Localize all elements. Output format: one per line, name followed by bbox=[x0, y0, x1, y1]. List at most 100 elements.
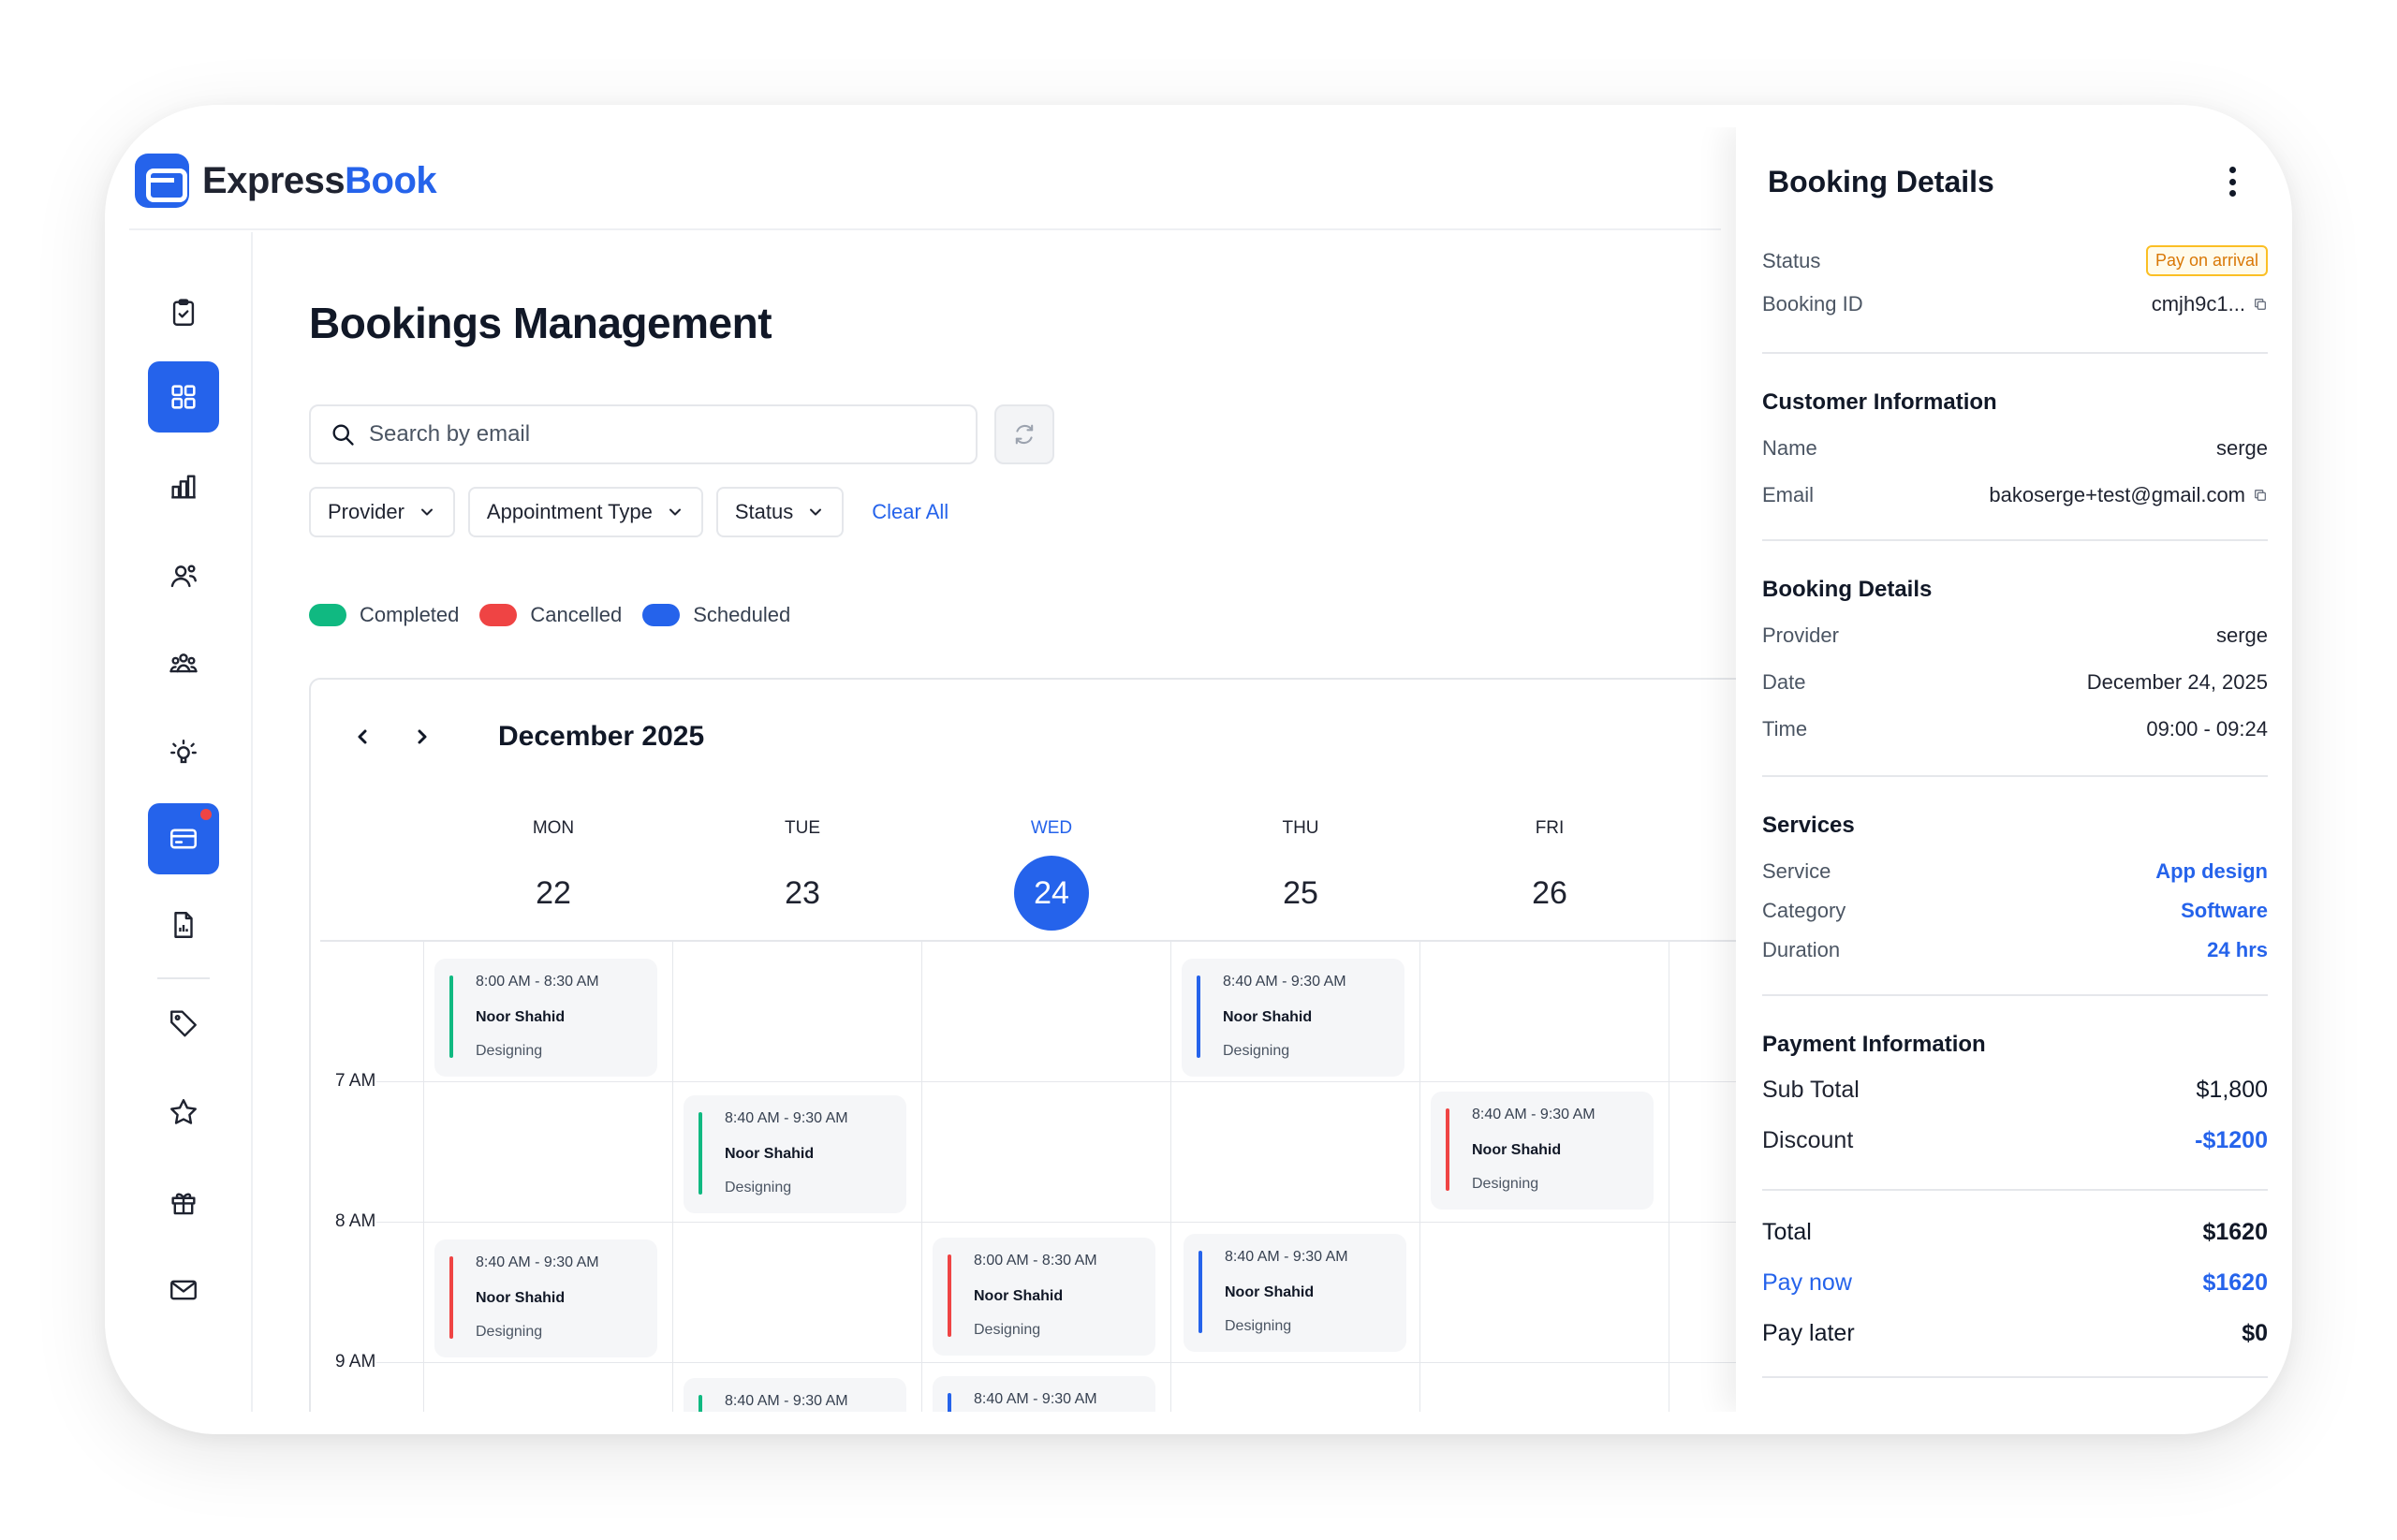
event-status-bar bbox=[1198, 1251, 1202, 1333]
event-category: Designing bbox=[974, 1322, 1041, 1338]
legend-item-scheduled: Scheduled bbox=[642, 603, 790, 627]
copy-icon[interactable] bbox=[2253, 488, 2268, 503]
booking-event[interactable]: 8:00 AM - 8:30 AM Noor Shahid Designing bbox=[434, 959, 657, 1077]
sidebar-item-analytics[interactable] bbox=[148, 451, 219, 522]
sidebar-item-messages[interactable] bbox=[148, 1254, 219, 1326]
event-customer: Noor Shahid bbox=[1225, 1284, 1315, 1300]
time-value: 09:00 - 09:24 bbox=[2146, 717, 2268, 741]
top-bar: ExpressBook bbox=[129, 127, 1721, 230]
star-icon bbox=[170, 1099, 197, 1124]
name-label: Name bbox=[1762, 436, 1817, 460]
booking-event[interactable]: 8:40 AM - 9:30 AM bbox=[933, 1376, 1155, 1412]
sidebar-item-ideas[interactable] bbox=[148, 717, 219, 788]
name-value: serge bbox=[2215, 436, 2268, 460]
sidebar-item-reports[interactable] bbox=[148, 889, 219, 961]
pay-now-label[interactable]: Pay now bbox=[1762, 1269, 1852, 1297]
pay-now-row[interactable]: Pay now $1620 bbox=[1762, 1269, 2268, 1297]
total-label: Total bbox=[1762, 1219, 1812, 1245]
search-box[interactable] bbox=[309, 404, 978, 464]
category-label: Category bbox=[1762, 899, 1846, 922]
pay-now-value: $1620 bbox=[2202, 1269, 2268, 1296]
next-week-button[interactable] bbox=[408, 723, 436, 751]
section-divider bbox=[1762, 352, 2268, 354]
chevron-right-icon bbox=[418, 729, 427, 744]
booking-event[interactable]: 8:40 AM - 9:30 AM Noor Shahid Designing bbox=[1182, 959, 1404, 1077]
provider-value: serge bbox=[2215, 623, 2268, 647]
grid-top-border bbox=[320, 940, 1749, 942]
chevron-left-icon bbox=[358, 729, 367, 744]
subtotal-label: Sub Total bbox=[1762, 1077, 1860, 1103]
sidebar-item-bookings[interactable] bbox=[148, 277, 219, 348]
booking-event[interactable]: 8:40 AM - 9:30 AM Noor Shahid Designing bbox=[684, 1095, 906, 1213]
filter-bar: Provider Appointment Type Status Clear A… bbox=[309, 487, 949, 537]
bar-chart-icon bbox=[171, 475, 196, 499]
appointment-type-filter-label: Appointment Type bbox=[486, 500, 653, 523]
sidebar-item-payments[interactable] bbox=[148, 803, 219, 874]
time-label: Time bbox=[1762, 717, 1808, 741]
search-input[interactable] bbox=[369, 421, 931, 447]
brand-part2: Book bbox=[345, 159, 437, 201]
prev-week-button[interactable] bbox=[348, 723, 376, 751]
day-name: TUE bbox=[785, 818, 820, 838]
pay-later-value: $0 bbox=[2242, 1320, 2268, 1346]
refresh-button[interactable] bbox=[994, 404, 1054, 464]
calendar-header: December 2025 bbox=[348, 721, 704, 753]
section-divider bbox=[1762, 1189, 2268, 1191]
category-value[interactable]: Software bbox=[2181, 899, 2268, 923]
category-row: Category Software bbox=[1762, 899, 2268, 923]
event-status-bar bbox=[449, 1256, 453, 1339]
day-header-thu[interactable]: THU 25 bbox=[1176, 818, 1425, 931]
sidebar-item-team[interactable] bbox=[148, 629, 219, 700]
chevron-down-icon bbox=[669, 508, 681, 516]
report-icon bbox=[174, 912, 193, 938]
email-value-wrap: bakoserge+test@gmail.com bbox=[1989, 483, 2268, 507]
copy-icon[interactable] bbox=[2253, 297, 2268, 312]
clipboard-check-icon bbox=[172, 299, 195, 326]
sidebar-item-reviews[interactable] bbox=[148, 1077, 219, 1148]
subtotal-row: Sub Total $1,800 bbox=[1762, 1077, 2268, 1104]
event-status-bar bbox=[948, 1254, 951, 1337]
event-customer: Noor Shahid bbox=[1223, 1009, 1313, 1025]
booking-event[interactable]: 8:40 AM - 9:30 AM Noor Shahid Designing bbox=[434, 1239, 657, 1357]
service-value[interactable]: App design bbox=[2155, 859, 2268, 884]
event-customer: Noor Shahid bbox=[476, 1009, 566, 1025]
name-row: Name serge bbox=[1762, 436, 2268, 461]
sidebar-item-gifts[interactable] bbox=[148, 1166, 219, 1238]
day-header-fri[interactable]: FRI 26 bbox=[1425, 818, 1674, 931]
email-value: bakoserge+test@gmail.com bbox=[1989, 483, 2245, 506]
sidebar-item-tags[interactable] bbox=[148, 987, 219, 1058]
section-divider bbox=[1762, 1376, 2268, 1378]
provider-label: Provider bbox=[1762, 623, 1839, 647]
grid-col-line bbox=[672, 942, 673, 1412]
booking-event[interactable]: 8:00 AM - 8:30 AM Noor Shahid Designing bbox=[933, 1238, 1155, 1356]
day-header-tue[interactable]: TUE 23 bbox=[678, 818, 927, 931]
status-legend: Completed Cancelled Scheduled bbox=[309, 603, 790, 627]
sidebar bbox=[129, 232, 253, 1412]
duration-row: Duration 24 hrs bbox=[1762, 938, 2268, 962]
sidebar-item-customers[interactable] bbox=[148, 541, 219, 612]
logo-text: ExpressBook bbox=[202, 159, 437, 202]
logo[interactable]: ExpressBook bbox=[135, 154, 437, 208]
provider-filter[interactable]: Provider bbox=[309, 487, 455, 537]
event-time: 8:40 AM - 9:30 AM bbox=[725, 1393, 848, 1409]
booking-event[interactable]: 8:40 AM - 9:30 AM Noor Shahid Designing bbox=[1431, 1092, 1654, 1210]
status-filter[interactable]: Status bbox=[715, 487, 845, 537]
total-row: Total $1620 bbox=[1762, 1219, 2268, 1246]
grid-col-line bbox=[921, 942, 922, 1412]
section-divider bbox=[1762, 539, 2268, 541]
day-header-wed[interactable]: WED 24 bbox=[927, 818, 1176, 931]
day-name: WED bbox=[1030, 818, 1073, 838]
event-time: 8:40 AM - 9:30 AM bbox=[476, 1254, 599, 1270]
more-options-icon[interactable] bbox=[2223, 163, 2242, 200]
chevron-down-icon bbox=[420, 508, 433, 516]
booking-event[interactable]: 8:40 AM - 9:30 AM Noor Shahid Designing bbox=[1184, 1234, 1406, 1352]
time-label: 8 AM bbox=[335, 1211, 376, 1231]
sidebar-item-dashboard[interactable] bbox=[148, 361, 219, 433]
booking-event[interactable]: 8:40 AM - 9:30 AM bbox=[684, 1378, 906, 1412]
appointment-type-filter[interactable]: Appointment Type bbox=[467, 487, 703, 537]
event-status-bar bbox=[449, 975, 453, 1058]
booking-id-value: cmjh9c1... bbox=[2151, 292, 2245, 315]
logo-icon bbox=[135, 154, 189, 208]
clear-all-link[interactable]: Clear All bbox=[872, 500, 949, 524]
day-header-mon[interactable]: MON 22 bbox=[429, 818, 678, 931]
